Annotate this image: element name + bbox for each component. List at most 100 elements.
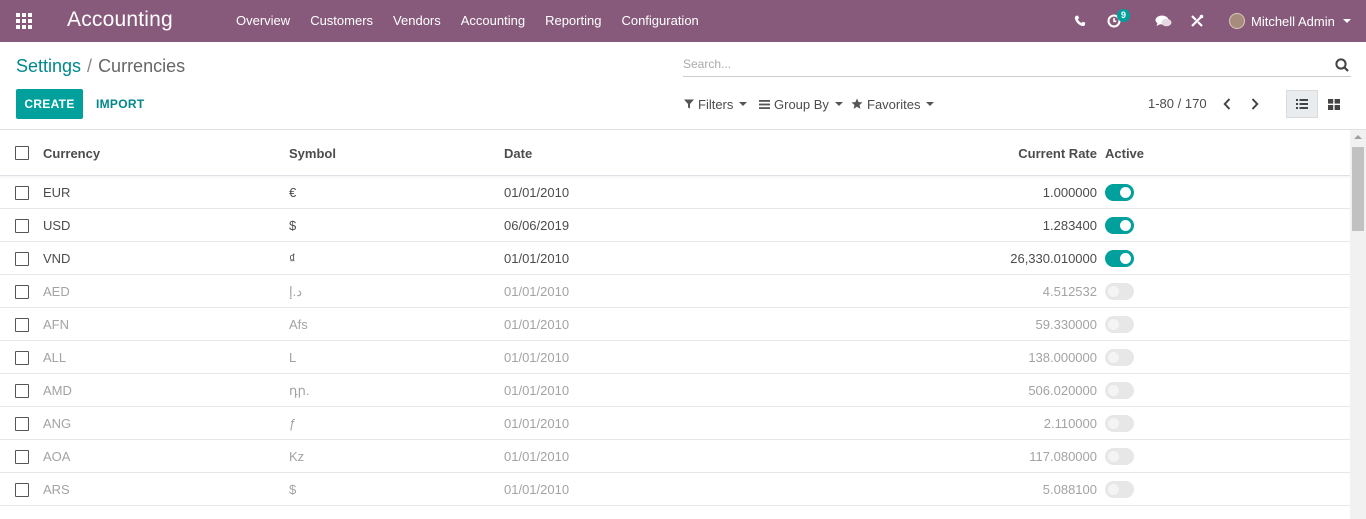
active-toggle[interactable] [1105, 316, 1134, 333]
pager-value[interactable]: 1-80 / 170 [1148, 96, 1207, 111]
cell-currency: AOA [43, 449, 71, 464]
row-checkbox[interactable] [15, 384, 29, 398]
active-toggle[interactable] [1105, 415, 1134, 432]
row-checkbox[interactable] [15, 351, 29, 365]
filters-dropdown[interactable]: Filters [684, 95, 748, 113]
scrollbar-thumb[interactable] [1352, 147, 1364, 231]
pager-previous-button[interactable] [1220, 95, 1234, 113]
menu-item-vendors[interactable]: Vendors [383, 0, 451, 42]
cell-currency: ALL [43, 350, 67, 365]
activity-button[interactable]: 9 [1105, 0, 1141, 42]
toggle-knob [1108, 286, 1119, 297]
active-toggle[interactable] [1105, 217, 1134, 234]
favorites-dropdown[interactable]: Favorites [851, 95, 935, 113]
breadcrumb-current: Currencies [98, 56, 186, 76]
cell-date: 01/01/2010 [504, 383, 570, 398]
cell-currency: AMD [43, 383, 72, 398]
column-header-active[interactable]: Active [1105, 146, 1144, 161]
search-icon[interactable] [1335, 58, 1349, 72]
breadcrumb-settings-link[interactable]: Settings [16, 56, 81, 76]
app-title[interactable]: Accounting [67, 8, 173, 32]
create-button[interactable]: CREATE [16, 89, 83, 119]
menu-item-customers[interactable]: Customers [300, 0, 383, 42]
table-row[interactable]: ARS $01/01/2010 5.088100 [0, 473, 1350, 506]
active-toggle[interactable] [1105, 481, 1134, 498]
toggle-knob [1120, 187, 1131, 198]
row-checkbox[interactable] [15, 252, 29, 266]
group-by-label: Group By [774, 96, 829, 112]
pager-next-button[interactable] [1248, 95, 1262, 113]
cell-current-rate: 59.330000 [1035, 317, 1097, 332]
table-row[interactable]: AFN Afs 01/01/2010 59.330000 [0, 308, 1350, 341]
cell-current-rate: 138.000000 [1028, 350, 1097, 365]
cell-current-rate: 117.080000 [1029, 449, 1097, 464]
import-button[interactable]: IMPORT [96, 89, 144, 119]
table-row[interactable]: AED د.إ 01/01/2010 4.512532 [0, 275, 1350, 308]
phone-icon[interactable] [1071, 0, 1089, 42]
toggle-knob [1120, 220, 1131, 231]
row-checkbox[interactable] [15, 318, 29, 332]
active-toggle[interactable] [1105, 250, 1134, 267]
menu-item-configuration[interactable]: Configuration [611, 0, 708, 42]
list-icon [759, 99, 770, 109]
chat-icon[interactable] [1153, 0, 1173, 42]
active-toggle[interactable] [1105, 349, 1134, 366]
kanban-view-button[interactable] [1318, 90, 1350, 118]
table-row[interactable]: VND ₫ 01/01/2010 26,330.010000 [0, 242, 1350, 275]
row-checkbox[interactable] [15, 186, 29, 200]
list-view-button[interactable] [1286, 90, 1318, 118]
list-view-icon [1296, 99, 1308, 109]
debug-tools-icon[interactable] [1188, 0, 1206, 42]
menu-item-accounting[interactable]: Accounting [451, 0, 535, 42]
breadcrumb-separator: / [87, 56, 93, 76]
select-all-checkbox[interactable] [15, 146, 29, 160]
row-checkbox[interactable] [15, 450, 29, 464]
active-toggle[interactable] [1105, 382, 1134, 399]
column-header-current-rate[interactable]: Current Rate [800, 146, 1097, 161]
cell-date: 01/01/2010 [504, 251, 570, 266]
cell-date: 01/01/2010 [504, 482, 570, 497]
scroll-up-arrow-icon[interactable] [1354, 135, 1362, 139]
column-header-symbol[interactable]: Symbol [289, 146, 336, 161]
cell-currency: AFN [43, 317, 69, 332]
chevron-right-icon [1251, 98, 1259, 110]
column-header-currency[interactable]: Currency [43, 146, 100, 161]
toggle-knob [1108, 385, 1119, 396]
apps-menu-icon[interactable] [16, 13, 34, 29]
star-icon [851, 98, 863, 109]
cell-current-rate: 2.110000 [1043, 416, 1097, 431]
column-header-date[interactable]: Date [504, 146, 532, 161]
cell-symbol: Kz [289, 449, 305, 464]
breadcrumb: Settings / Currencies [16, 56, 185, 77]
table-row[interactable]: ANG ƒ 01/01/2010 2.110000 [0, 407, 1350, 440]
cell-symbol: € [289, 185, 297, 200]
menu-item-overview[interactable]: Overview [226, 0, 300, 42]
group-by-dropdown[interactable]: Group By [759, 95, 843, 113]
table-row[interactable]: EUR €01/01/2010 1.000000 [0, 176, 1350, 209]
table-row[interactable]: USD $06/06/2019 1.283400 [0, 209, 1350, 242]
toggle-knob [1108, 319, 1119, 330]
cell-symbol: Afs [289, 317, 308, 332]
active-toggle[interactable] [1105, 283, 1134, 300]
table-row[interactable]: ALL L 01/01/2010 138.000000 [0, 341, 1350, 374]
menu-item-reporting[interactable]: Reporting [535, 0, 611, 42]
cell-current-rate: 1.283400 [1042, 218, 1097, 233]
active-toggle[interactable] [1105, 184, 1134, 201]
table-row[interactable]: AOA Kz 01/01/2010 117.080000 [0, 440, 1350, 473]
kanban-view-icon [1328, 98, 1340, 110]
chevron-down-icon [739, 102, 748, 106]
row-checkbox[interactable] [15, 285, 29, 299]
cell-date: 01/01/2010 [504, 416, 570, 431]
row-checkbox[interactable] [15, 417, 29, 431]
user-menu[interactable]: Mitchell Admin [1229, 0, 1351, 42]
table-row[interactable]: AMD դր. 01/01/2010 506.020000 [0, 374, 1350, 407]
row-checkbox[interactable] [15, 483, 29, 497]
cell-current-rate: 1.000000 [1042, 185, 1097, 200]
vertical-scrollbar[interactable] [1350, 130, 1366, 519]
row-checkbox[interactable] [15, 219, 29, 233]
cell-symbol: ₫ [289, 251, 296, 266]
search-input[interactable] [683, 52, 1323, 76]
toggle-knob [1108, 451, 1119, 462]
active-toggle[interactable] [1105, 448, 1134, 465]
cell-symbol: $ [289, 218, 297, 233]
